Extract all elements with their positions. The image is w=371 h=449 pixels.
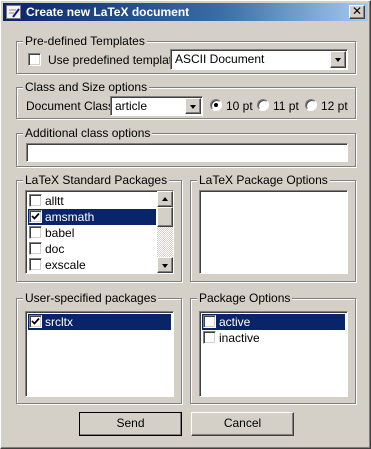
package-checkbox[interactable]: [29, 194, 42, 207]
scroll-up-button[interactable]: [157, 191, 173, 207]
user-packages-legend: User-specified packages: [23, 291, 159, 305]
size-10pt-radio[interactable]: [210, 99, 222, 111]
arrow-down-icon: [162, 264, 168, 268]
templates-group: Pre-defined Templates Use predefined tem…: [16, 34, 356, 74]
document-pen-icon: [6, 5, 21, 19]
template-dropdown-button[interactable]: [330, 51, 346, 68]
use-template-checkbox[interactable]: [28, 53, 41, 66]
package-options-list[interactable]: [199, 190, 348, 274]
user-package-options-list[interactable]: active inactive: [199, 311, 348, 397]
list-item[interactable]: doc: [28, 241, 156, 257]
document-class-label: Document Class:: [26, 99, 118, 113]
package-label: srcltx: [45, 315, 73, 329]
user-packages-group: User-specified packages srcltx: [16, 291, 182, 404]
standard-packages-legend: LaTeX Standard Packages: [23, 173, 170, 187]
use-template-label: Use predefined template:: [48, 53, 183, 67]
title-bar[interactable]: Create new LaTeX document ✕: [3, 3, 368, 21]
user-package-options-group: Package Options active inactive: [190, 291, 356, 404]
package-label: doc: [45, 242, 65, 256]
packages-scrollbar[interactable]: [157, 191, 173, 273]
package-checkbox[interactable]: [29, 258, 42, 271]
size-10pt-label: 10 pt: [226, 99, 253, 113]
scroll-down-button[interactable]: [157, 257, 173, 273]
package-checkbox[interactable]: [29, 210, 42, 223]
templates-legend: Pre-defined Templates: [23, 34, 147, 48]
option-label: active: [219, 315, 251, 329]
package-label: alltt: [45, 194, 64, 208]
user-package-options-legend: Package Options: [197, 291, 293, 305]
document-class-dropdown-button[interactable]: [185, 98, 201, 114]
package-checkbox[interactable]: [29, 315, 42, 328]
class-size-group: Class and Size options Document Class: a…: [16, 80, 356, 119]
user-packages-list[interactable]: srcltx: [25, 311, 174, 397]
list-item[interactable]: exscale: [28, 257, 156, 273]
package-options-legend: LaTeX Package Options: [197, 173, 330, 187]
size-11pt-radio[interactable]: [257, 99, 269, 111]
class-size-legend: Class and Size options: [23, 80, 150, 94]
size-11pt-label: 11 pt: [273, 99, 299, 113]
template-select-value: ASCII Document: [175, 52, 265, 66]
close-icon: ✕: [351, 4, 363, 18]
package-label: exscale: [45, 258, 86, 272]
list-item[interactable]: amsmath: [28, 209, 156, 225]
additional-options-input[interactable]: [26, 143, 348, 162]
list-item[interactable]: srcltx: [28, 314, 171, 330]
scroll-thumb[interactable]: [157, 207, 173, 227]
template-select[interactable]: ASCII Document: [170, 49, 348, 70]
check-mark-icon: [31, 317, 40, 325]
package-checkbox[interactable]: [29, 242, 42, 255]
package-options-group: LaTeX Package Options: [190, 173, 356, 282]
option-checkbox[interactable]: [203, 315, 216, 328]
radio-selected-dot: [214, 103, 218, 107]
arrow-up-icon: [162, 197, 168, 201]
window-title: Create new LaTeX document: [26, 5, 190, 19]
additional-options-group: Additional class options: [16, 126, 356, 167]
standard-packages-group: LaTeX Standard Packages alltt amsmath ba…: [16, 173, 182, 282]
send-button[interactable]: Send: [79, 412, 182, 436]
package-checkbox[interactable]: [29, 226, 42, 239]
package-label: amsmath: [45, 210, 95, 224]
package-label: babel: [45, 226, 75, 240]
size-12pt-radio[interactable]: [305, 99, 317, 111]
standard-packages-list[interactable]: alltt amsmath babel doc exscale: [25, 190, 174, 274]
additional-options-legend: Additional class options: [23, 126, 153, 140]
check-mark-icon: [31, 212, 40, 220]
chevron-down-icon: [335, 58, 341, 62]
cancel-button[interactable]: Cancel: [191, 412, 294, 436]
option-label: inactive: [219, 331, 260, 345]
document-class-value: article: [115, 99, 148, 113]
document-class-select[interactable]: article: [110, 96, 203, 116]
list-item[interactable]: inactive: [202, 330, 345, 346]
close-button[interactable]: ✕: [349, 5, 365, 19]
option-checkbox[interactable]: [203, 331, 216, 344]
dialog-window: Create new LaTeX document ✕ Pre-defined …: [0, 0, 371, 449]
size-12pt-label: 12 pt: [321, 99, 348, 113]
chevron-down-icon: [190, 105, 196, 109]
list-item[interactable]: active: [202, 314, 345, 330]
list-item[interactable]: alltt: [28, 193, 156, 209]
list-item[interactable]: babel: [28, 225, 156, 241]
